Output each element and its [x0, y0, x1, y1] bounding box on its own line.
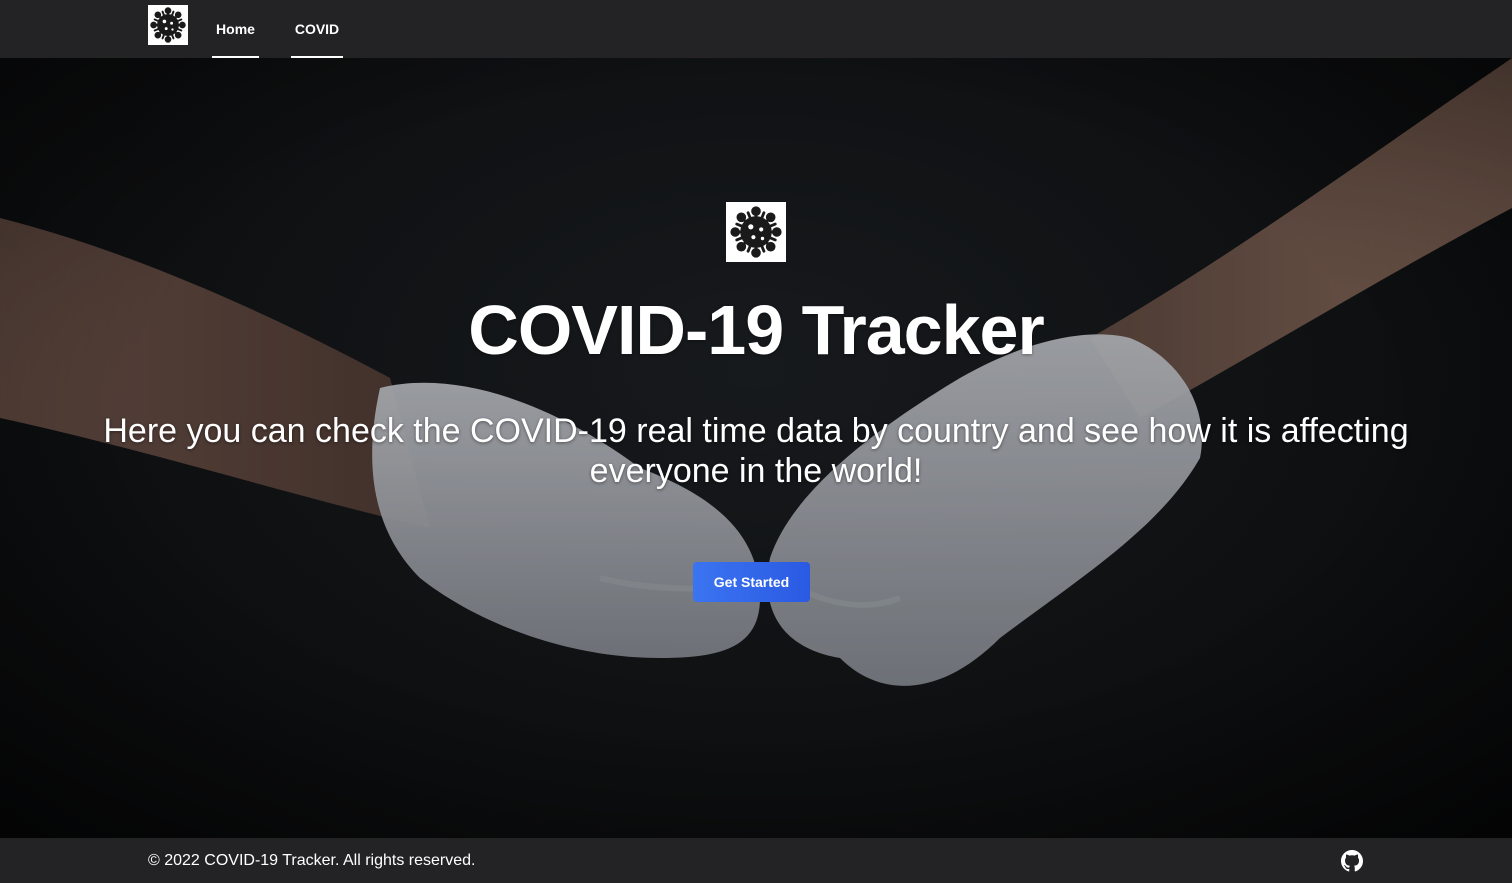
hero-title: COVID-19 Tracker [468, 291, 1044, 369]
nav-link-covid[interactable]: COVID [291, 0, 343, 58]
github-link[interactable] [1341, 850, 1363, 872]
footer: © 2022 COVID-19 Tracker. All rights rese… [0, 838, 1512, 883]
page: Home COVID COVID-19 Tracker Here you can… [0, 0, 1512, 883]
nav-link-home-label: Home [216, 21, 255, 37]
hero-logo [726, 202, 786, 262]
virus-icon [730, 206, 782, 258]
get-started-button[interactable]: Get Started [693, 562, 810, 602]
nav-link-home[interactable]: Home [212, 0, 259, 58]
footer-copyright: © 2022 COVID-19 Tracker. All rights rese… [148, 851, 476, 869]
hero-section: COVID-19 Tracker Here you can check the … [0, 58, 1512, 838]
virus-icon [150, 7, 186, 43]
top-navbar: Home COVID [0, 0, 1512, 58]
hero-subtitle: Here you can check the COVID-19 real tim… [103, 412, 1409, 490]
nav-logo[interactable] [148, 5, 188, 45]
github-icon [1341, 850, 1363, 872]
nav-link-covid-label: COVID [294, 21, 340, 37]
